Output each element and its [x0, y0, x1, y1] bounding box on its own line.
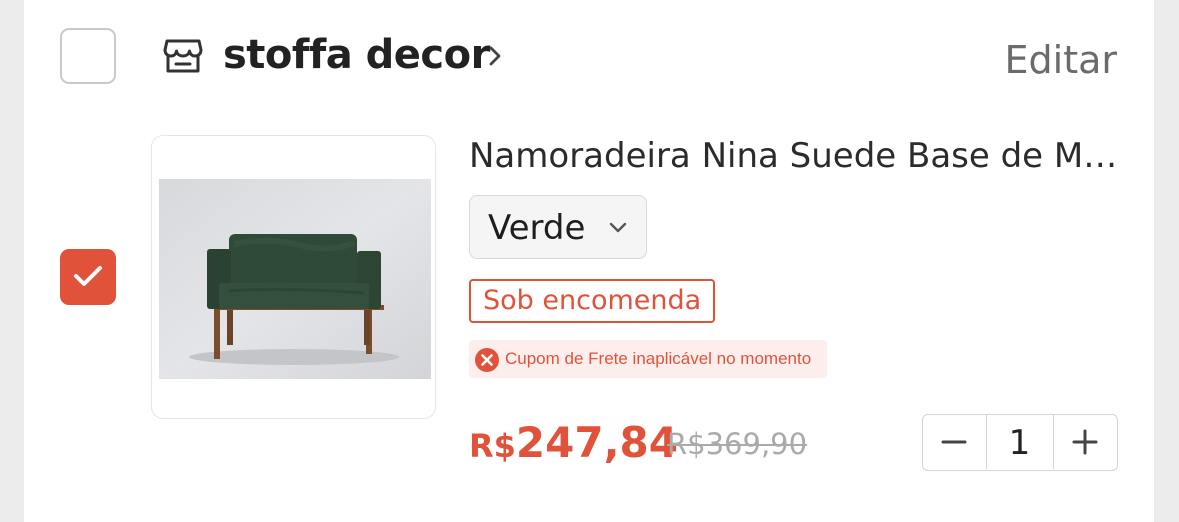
variant-selector[interactable]: Verde: [469, 195, 647, 259]
plus-icon: [1072, 429, 1098, 455]
chevron-right-icon[interactable]: [488, 45, 502, 72]
increase-quantity-button[interactable]: [1053, 415, 1117, 469]
store-icon: [163, 38, 203, 79]
warning-text: Cupom de Frete inaplicável no momento: [505, 349, 812, 368]
quantity-value[interactable]: 1: [986, 423, 1053, 463]
shop-select-checkbox[interactable]: [60, 28, 116, 84]
error-circle-icon: [475, 348, 499, 372]
status-badge: Sob encomenda: [469, 279, 716, 323]
shop-name-link[interactable]: stoffa decor: [223, 32, 490, 78]
decrease-quantity-button[interactable]: [923, 415, 987, 469]
check-icon: [74, 266, 102, 286]
chevron-down-icon: [609, 222, 627, 233]
edit-button[interactable]: Editar: [1005, 38, 1118, 82]
price-currency: R$: [469, 427, 516, 465]
quantity-stepper: 1: [922, 414, 1118, 471]
variant-label: Verde: [488, 208, 586, 248]
minus-icon: [941, 440, 967, 444]
cart-shop-card: stoffa decor Editar Namoradeira Nina Sue…: [24, 0, 1154, 522]
original-price: R$369,90: [667, 427, 808, 461]
product-image[interactable]: [151, 135, 436, 419]
current-price: R$247,84: [469, 418, 678, 467]
price-value: 247,84: [515, 418, 678, 467]
product-title[interactable]: Namoradeira Nina Suede Base de M…: [469, 136, 1119, 176]
item-select-checkbox[interactable]: [60, 249, 116, 305]
coupon-warning: Cupom de Frete inaplicável no momento: [469, 340, 827, 378]
